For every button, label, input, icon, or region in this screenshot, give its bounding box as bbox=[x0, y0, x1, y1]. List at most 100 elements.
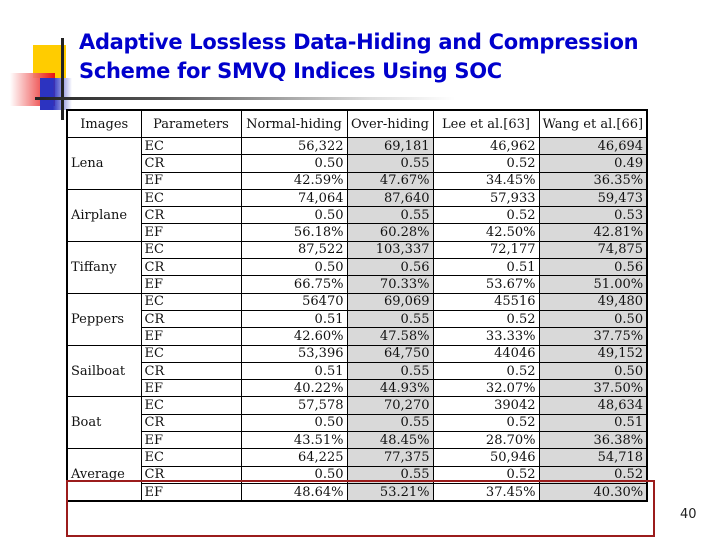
lee-cell: 53.67% bbox=[432, 275, 540, 294]
lee-cell: 39042 bbox=[432, 396, 540, 415]
lee-cell: 0.51 bbox=[432, 258, 540, 277]
parameter-cell: EF bbox=[140, 482, 242, 502]
table-row: CR 0.51 0.55 0.52 0.50 bbox=[67, 361, 648, 381]
table-row: EF 48.64% 53.21% 37.45% 40.30% bbox=[67, 482, 648, 502]
normal-hiding-cell: 48.64% bbox=[240, 482, 348, 502]
wang-cell: 0.51 bbox=[538, 413, 648, 433]
table-row: EF 40.22% 44.93% 32.07% 37.50% bbox=[67, 379, 648, 398]
lee-cell: 33.33% bbox=[432, 327, 540, 346]
table-row: CR 0.50 0.55 0.52 0.49 bbox=[67, 154, 648, 173]
over-hiding-cell: 47.58% bbox=[346, 327, 434, 346]
over-hiding-cell: 64,750 bbox=[346, 344, 434, 363]
wang-cell: 51.00% bbox=[538, 275, 648, 294]
over-hiding-cell: 70,270 bbox=[346, 396, 434, 415]
table-row: EF 42.60% 47.58% 33.33% 37.75% bbox=[67, 327, 648, 346]
table-row: Lena EC 56,322 69,181 46,962 46,694 bbox=[66, 136, 648, 190]
image-name-cell: Airplane bbox=[66, 188, 142, 242]
table-row: Airplane EC 74,064 87,640 57,933 59,473 bbox=[66, 188, 648, 242]
parameter-cell: EF bbox=[140, 275, 242, 294]
parameter-cell: CR bbox=[140, 361, 242, 381]
over-hiding-cell: 0.56 bbox=[346, 258, 434, 277]
table-row: EF 43.51% 48.45% 28.70% 36.38% bbox=[67, 431, 648, 450]
parameter-cell: EF bbox=[140, 327, 242, 346]
table-row: Sailboat EC 53,396 64,750 44046 49,152 bbox=[66, 344, 648, 398]
table-row: Peppers EC 56470 69,069 45516 49,480 bbox=[66, 292, 648, 346]
table-row: EF 42.59% 47.67% 34.45% 36.35% bbox=[67, 171, 648, 190]
normal-hiding-cell: 0.50 bbox=[240, 413, 348, 433]
parameter-cell: EF bbox=[140, 431, 242, 450]
normal-hiding-cell: 0.51 bbox=[240, 361, 348, 381]
lee-cell: 42.50% bbox=[432, 223, 540, 242]
parameter-cell: CR bbox=[140, 154, 242, 173]
table-row: Average EC 64,225 77,375 50,946 54,718 bbox=[66, 448, 648, 502]
wang-cell: 0.50 bbox=[538, 361, 648, 381]
parameter-cell: EF bbox=[140, 223, 242, 242]
normal-hiding-cell: 57,578 bbox=[240, 396, 348, 415]
over-hiding-cell: 44.93% bbox=[346, 379, 434, 398]
normal-hiding-cell: 43.51% bbox=[240, 431, 348, 450]
wang-cell: 74,875 bbox=[538, 240, 648, 260]
wang-cell: 49,152 bbox=[538, 344, 648, 363]
over-hiding-cell: 70.33% bbox=[346, 275, 434, 294]
wang-cell: 0.53 bbox=[538, 206, 648, 225]
parameter-cell: EF bbox=[140, 379, 242, 398]
wang-cell: 46,694 bbox=[538, 136, 648, 156]
header-wang-et-al: Wang et al.[66] bbox=[538, 109, 648, 138]
over-hiding-cell: 0.55 bbox=[346, 154, 434, 173]
lee-cell: 32.07% bbox=[432, 379, 540, 398]
results-table: Images Parameters Normal-hiding Over-hid… bbox=[66, 109, 649, 503]
wang-cell: 36.38% bbox=[538, 431, 648, 450]
table-row: Boat EC 57,578 70,270 39042 48,634 bbox=[66, 396, 648, 450]
lee-cell: 0.52 bbox=[432, 465, 540, 484]
decorative-blue-square bbox=[40, 78, 72, 110]
normal-hiding-cell: 0.50 bbox=[240, 154, 348, 173]
table-row: EF 66.75% 70.33% 53.67% 51.00% bbox=[67, 275, 648, 294]
header-parameters: Parameters bbox=[140, 109, 242, 138]
table-row: CR 0.50 0.55 0.52 0.51 bbox=[67, 413, 648, 433]
image-name-cell: Average bbox=[66, 448, 142, 502]
parameter-cell: CR bbox=[140, 413, 242, 433]
table-row: EF 56.18% 60.28% 42.50% 42.81% bbox=[67, 223, 648, 242]
lee-cell: 0.52 bbox=[432, 361, 540, 381]
table-row: CR 0.50 0.56 0.51 0.56 bbox=[67, 258, 648, 277]
over-hiding-cell: 0.55 bbox=[346, 361, 434, 381]
table-body: Lena EC 56,322 69,181 46,962 46,694 CR 0.50 0.55… bbox=[66, 136, 648, 502]
wang-cell: 37.75% bbox=[538, 327, 648, 346]
parameter-cell: CR bbox=[140, 309, 242, 329]
normal-hiding-cell: 66.75% bbox=[240, 275, 348, 294]
wang-cell: 0.52 bbox=[538, 465, 648, 484]
parameter-cell: EC bbox=[140, 136, 242, 156]
image-name-cell: Sailboat bbox=[66, 344, 142, 398]
wang-cell: 54,718 bbox=[538, 448, 648, 467]
image-name-cell: Peppers bbox=[66, 292, 142, 346]
slide-title: Adaptive Lossless Data-Hiding and Compre… bbox=[79, 28, 639, 86]
over-hiding-cell: 48.45% bbox=[346, 431, 434, 450]
over-hiding-cell: 69,181 bbox=[346, 136, 434, 156]
parameter-cell: EC bbox=[140, 448, 242, 467]
over-hiding-cell: 0.55 bbox=[346, 413, 434, 433]
parameter-cell: EC bbox=[140, 240, 242, 260]
table-row: CR 0.50 0.55 0.52 0.53 bbox=[67, 206, 648, 225]
wang-cell: 42.81% bbox=[538, 223, 648, 242]
header-normal-hiding: Normal-hiding bbox=[240, 109, 348, 138]
lee-cell: 0.52 bbox=[432, 206, 540, 225]
parameter-cell: EC bbox=[140, 344, 242, 363]
normal-hiding-cell: 87,522 bbox=[240, 240, 348, 260]
parameter-cell: EC bbox=[140, 396, 242, 415]
wang-cell: 36.35% bbox=[538, 171, 648, 190]
lee-cell: 46,962 bbox=[432, 136, 540, 156]
table-row: Tiffany EC 87,522 103,337 72,177 74,875 bbox=[66, 240, 648, 294]
over-hiding-cell: 60.28% bbox=[346, 223, 434, 242]
slide-title-line-1: Adaptive Lossless Data-Hiding and Compre… bbox=[79, 30, 639, 54]
lee-cell: 0.52 bbox=[432, 154, 540, 173]
normal-hiding-cell: 0.50 bbox=[240, 258, 348, 277]
lee-cell: 0.52 bbox=[432, 309, 540, 329]
wang-cell: 59,473 bbox=[538, 188, 648, 208]
slide-title-line-2: Scheme for SMVQ Indices Using SOC bbox=[79, 59, 502, 83]
normal-hiding-cell: 0.50 bbox=[240, 465, 348, 484]
normal-hiding-cell: 56.18% bbox=[240, 223, 348, 242]
page-number: 40 bbox=[680, 507, 697, 522]
wang-cell: 37.50% bbox=[538, 379, 648, 398]
wang-cell: 40.30% bbox=[538, 482, 648, 502]
parameter-cell: EC bbox=[140, 292, 242, 311]
